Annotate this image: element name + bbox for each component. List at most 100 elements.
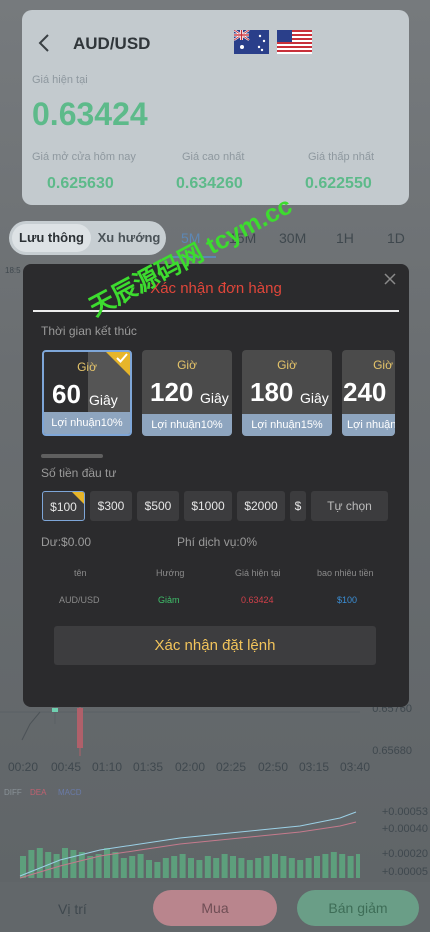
macd-bar [356, 854, 360, 878]
table-header: tên [74, 568, 87, 578]
close-icon[interactable] [383, 272, 397, 286]
timeframe-30m[interactable]: 30M [279, 230, 306, 246]
balance-text: Dư:$0.00 [41, 535, 92, 549]
macd-bar [204, 856, 211, 878]
amount-option-1000[interactable]: $1000 [184, 491, 232, 521]
high-price-label: Giá cao nhất [182, 151, 245, 163]
macd-bar [112, 852, 119, 878]
selected-corner [72, 492, 84, 504]
duration-card-60[interactable]: Giờ 60 Giây Lợi nhuận10% [42, 350, 132, 436]
amount-option-300[interactable]: $300 [90, 491, 132, 521]
mode-circulation-button[interactable]: Lưu thông [12, 224, 91, 252]
timeframe-5m[interactable]: 5M [181, 230, 200, 246]
macd-bar [188, 858, 194, 878]
macd-bar [288, 858, 295, 878]
usa-flag-icon [277, 30, 312, 54]
duration-scrollbar[interactable] [41, 454, 103, 458]
macd-bar [78, 852, 85, 878]
amount-option-100[interactable]: $100 [42, 491, 85, 521]
open-price-value: 0.625630 [47, 175, 114, 192]
order-confirm-modal: Xác nhận đơn hàng Thời gian kết thúc Giờ… [23, 264, 409, 707]
table-header: bao nhiêu tiền [317, 568, 374, 578]
macd-bar [230, 856, 236, 878]
sell-button[interactable]: Bán giảm [297, 890, 419, 926]
timeframe-1d[interactable]: 1D [387, 230, 405, 246]
timeframe-15m[interactable]: 15M [229, 230, 256, 246]
duration-hour-label: Giờ [277, 358, 297, 372]
open-price-label: Giá mở cửa hôm nay [32, 151, 136, 163]
chart-x-tick: 03:40 [340, 760, 371, 774]
macd-macd-label: MACD [58, 788, 82, 797]
table-header: Hướng [156, 568, 185, 578]
macd-y-tick: +0.00053 [381, 806, 428, 818]
chart-x-tick: 02:25 [216, 760, 247, 774]
macd-dea-label: DEA [30, 788, 47, 797]
duration-profit: Lợi nhuận15% [242, 414, 332, 436]
australia-flag-icon [234, 30, 269, 54]
amount-option-500[interactable]: $500 [137, 491, 179, 521]
modal-title: Xác nhận đơn hàng [150, 280, 282, 297]
macd-bar [314, 856, 320, 878]
duration-card-240[interactable]: Giờ 240 Lợi nhuận15% [342, 350, 395, 436]
macd-bar [213, 858, 220, 878]
timeframe-underline [170, 256, 216, 258]
duration-number: 120 [150, 377, 194, 407]
chart-x-tick: 03:15 [299, 760, 330, 774]
back-arrow-icon[interactable] [34, 32, 56, 54]
macd-bar [196, 860, 203, 878]
macd-bar [339, 854, 346, 878]
amount-option-label: $300 [97, 499, 125, 513]
amount-option-more[interactable]: $ [290, 491, 306, 521]
amount-label: Số tiền đầu tư [41, 466, 117, 480]
duration-label: Thời gian kết thúc [41, 324, 137, 338]
macd-bar [246, 860, 253, 878]
duration-profit: Lợi nhuận10% [142, 414, 232, 436]
pair-info-card: AUD/USD Giá hiện tại 0.63424 Giá mở cửa … [22, 10, 409, 205]
macd-bar [179, 854, 186, 878]
custom-amount-input[interactable]: Tự chọn [311, 491, 388, 521]
macd-bar [221, 854, 228, 878]
macd-bar [255, 858, 262, 878]
table-cell-name: AUD/USD [59, 595, 100, 605]
duration-unit: Giây [200, 390, 229, 406]
buy-button[interactable]: Mua [153, 890, 277, 926]
duration-profit: Lợi nhuận10% [44, 412, 130, 434]
macd-diff-label: DIFF [4, 788, 22, 797]
confirm-order-button[interactable]: Xác nhận đặt lệnh [54, 626, 376, 665]
duration-card-120[interactable]: Giờ 120 Giây Lợi nhuận10% [142, 350, 232, 436]
table-cell-amount: $100 [337, 595, 358, 605]
timeframe-1h[interactable]: 1H [336, 230, 354, 246]
mode-trend-button[interactable]: Xu hướng [93, 224, 165, 252]
amount-option-label: $500 [144, 499, 172, 513]
position-tab[interactable]: Vị trí [58, 901, 87, 917]
low-price-label: Giá thấp nhất [308, 151, 375, 163]
high-price-value: 0.634260 [176, 175, 243, 192]
table-cell-price: 0.63424 [241, 595, 274, 605]
mode-toggle[interactable]: Lưu thông Xu hướng [9, 221, 166, 255]
chart-x-tick: 01:35 [133, 760, 164, 774]
check-icon [116, 353, 128, 363]
duration-unit: Giây [300, 390, 329, 406]
table-header: Giá hiện tại [235, 568, 281, 578]
macd-bar [120, 858, 127, 878]
chart-y-tick: 0.65680 [372, 745, 412, 757]
chart-x-tick: 02:50 [258, 760, 289, 774]
duration-card-180[interactable]: Giờ 180 Giây Lợi nhuận15% [242, 350, 332, 436]
macd-bar [272, 854, 278, 878]
macd-bar [330, 852, 337, 878]
macd-bar [137, 854, 144, 878]
chart-x-tick: 00:20 [8, 760, 39, 774]
macd-bar [263, 856, 270, 878]
current-price-label: Giá hiện tại [32, 74, 88, 86]
macd-y-tick: +0.00040 [381, 823, 428, 835]
macd-bar [347, 856, 354, 878]
macd-bar [171, 856, 178, 878]
macd-bar [162, 858, 169, 878]
duration-number: 240 [343, 377, 387, 407]
duration-unit: Giây [89, 392, 118, 408]
amount-option-2000[interactable]: $2000 [237, 491, 285, 521]
duration-profit: Lợi nhuận15% [342, 414, 395, 436]
modal-divider [33, 310, 399, 312]
macd-bar [238, 858, 245, 878]
macd-bar [297, 860, 304, 878]
